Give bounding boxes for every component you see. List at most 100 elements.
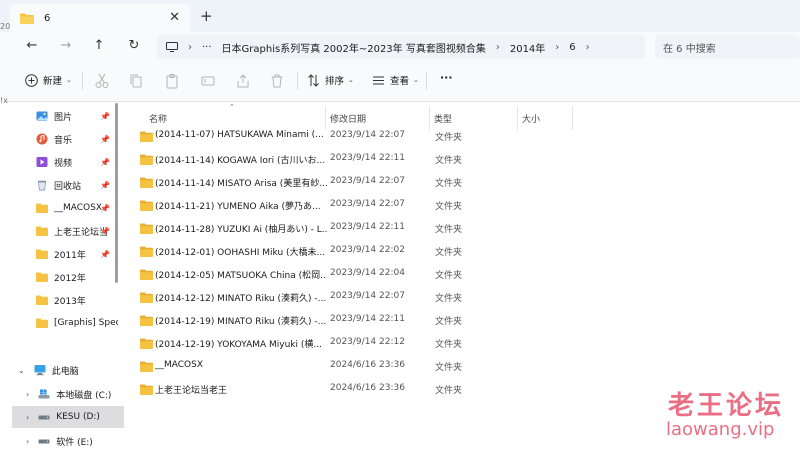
sidebar-item-label: __MACOSX — [54, 203, 103, 213]
table-row[interactable]: (2014-12-12) MINATO Riku (湊莉久) -... 2023/… — [125, 286, 800, 309]
file-type: 文件夹 — [435, 156, 463, 166]
pin-icon: 📌 — [100, 226, 110, 236]
sort-button[interactable]: 排序 ⌄ — [307, 73, 354, 87]
sidebar-item-2012[interactable]: 2012年 — [0, 266, 118, 288]
file-type: 文件夹 — [435, 363, 463, 373]
chevron-right-icon[interactable]: › — [26, 437, 29, 446]
drive-icon — [38, 415, 50, 420]
refresh-button[interactable]: ↻ — [126, 38, 142, 54]
table-row[interactable]: (2014-11-14) MISATO Arisa (美里有紗... 2023/9… — [125, 171, 800, 194]
table-row[interactable]: (2014-11-28) YUZUKI Ai (柚月あい) - L... 2023… — [125, 217, 800, 240]
table-row[interactable]: (2014-12-19) YOKOYAMA Miyuki (横... 2023/9… — [125, 332, 800, 355]
folder-icon — [36, 226, 48, 236]
file-type: 文件夹 — [435, 248, 463, 258]
file-date: 2023/9/14 22:11 — [330, 153, 405, 163]
sidebar-item-this-pc[interactable]: ⌄ 此电脑 — [0, 359, 118, 381]
back-button[interactable]: ← — [24, 38, 40, 54]
file-type: 文件夹 — [435, 294, 463, 304]
share-icon[interactable] — [235, 73, 251, 89]
background-window-fragment: 20 — [0, 22, 11, 31]
breadcrumb-current[interactable]: 6 — [569, 42, 575, 53]
folder-icon — [36, 203, 48, 213]
chevron-right-icon[interactable]: › — [586, 42, 590, 53]
table-row[interactable]: (2014-11-21) YUMENO Aika (夢乃あ... 2023/9/1… — [125, 194, 800, 217]
file-date: 2023/9/14 22:11 — [330, 314, 405, 324]
sidebar-item-label: 软件 (E:) — [56, 437, 93, 448]
folder-icon — [140, 223, 153, 234]
file-name: (2014-12-05) MATSUOKA China (松岡... — [155, 271, 327, 281]
folder-icon — [36, 318, 48, 328]
videos-icon — [36, 157, 48, 167]
windows-drive-icon — [38, 389, 50, 399]
sidebar-item-drive-d[interactable]: › KESU (D:) — [12, 406, 124, 428]
monitor-icon — [166, 42, 178, 52]
sidebar-item-label: 音乐 — [54, 135, 73, 146]
new-tab-button[interactable]: + — [200, 7, 213, 25]
file-name: (2014-12-19) YOKOYAMA Miyuki (横... — [155, 340, 322, 350]
folder-icon — [140, 154, 153, 165]
folder-icon — [140, 200, 153, 211]
copy-icon[interactable] — [128, 73, 144, 89]
file-name: (2014-11-14) KOGAWA Iori (古川いお... — [155, 156, 326, 166]
sidebar-item-2013[interactable]: 2013年 — [0, 289, 118, 311]
chevron-down-icon[interactable]: ⌄ — [18, 366, 25, 375]
chevron-right-icon[interactable]: › — [496, 42, 500, 53]
delete-icon[interactable] — [269, 73, 285, 89]
breadcrumb-more[interactable]: ··· — [202, 42, 212, 53]
file-type: 文件夹 — [435, 386, 463, 396]
chevron-right-icon[interactable]: › — [26, 390, 29, 399]
sidebar-scrollbar[interactable] — [115, 103, 118, 283]
rename-icon[interactable] — [200, 73, 216, 89]
table-row[interactable]: (2014-12-19) MINATO Riku (湊莉久) -... 2023/… — [125, 309, 800, 332]
breadcrumb-collection[interactable]: 日本Graphis系列写真 2002年~2023年 写真套图视频合集 — [222, 40, 486, 55]
pin-icon: 📌 — [100, 111, 110, 121]
sidebar-item-label: 2012年 — [54, 273, 86, 284]
pin-icon: 📌 — [100, 134, 110, 144]
file-type: 文件夹 — [435, 271, 463, 281]
file-name: (2014-12-19) MINATO Riku (湊莉久) -... — [155, 317, 327, 327]
folder-icon — [140, 246, 153, 257]
sidebar-item-2011[interactable]: 2011年 📌 — [0, 243, 118, 265]
up-button[interactable]: ↑ — [91, 38, 107, 54]
table-row[interactable]: (2014-12-01) OOHASHI Miku (大橋未... 2023/9/… — [125, 240, 800, 263]
address-bar[interactable]: › ··· 日本Graphis系列写真 2002年~2023年 写真套图视频合集… — [157, 35, 645, 59]
sidebar-item-drive-e[interactable]: › 软件 (E:) — [0, 430, 118, 449]
close-icon[interactable]: ✕ — [169, 10, 180, 25]
sidebar-item-pictures[interactable]: 图片 📌 — [0, 105, 118, 127]
table-row[interactable]: (2014-11-07) HATSUKAWA Minami (... 2023/9… — [125, 125, 800, 148]
view-button[interactable]: 查看 ⌄ — [372, 73, 419, 87]
file-name: (2014-11-07) HATSUKAWA Minami (... — [155, 130, 324, 140]
search-input[interactable]: 在 6 中搜索 — [655, 35, 800, 59]
paste-icon[interactable] — [164, 73, 180, 89]
chevron-right-icon[interactable]: › — [188, 42, 192, 53]
file-name: (2014-12-01) OOHASHI Miku (大橋未... — [155, 248, 326, 258]
sidebar-item-music[interactable]: 音乐 📌 — [0, 128, 118, 150]
tab-current[interactable]: 6 ✕ — [10, 4, 190, 32]
more-options-button[interactable]: ··· — [440, 71, 453, 84]
tab-title: 6 — [44, 12, 51, 24]
folder-icon — [140, 384, 153, 395]
file-name: (2014-11-21) YUMENO Aika (夢乃あ... — [155, 202, 321, 212]
sort-icon — [308, 73, 319, 87]
chevron-right-icon[interactable]: › — [555, 42, 559, 53]
sidebar-item-laowang[interactable]: 上老王论坛当 📌 — [0, 220, 118, 242]
sidebar-item-drive-c[interactable]: › 本地磁盘 (C:) — [0, 383, 118, 405]
table-row[interactable]: (2014-11-14) KOGAWA Iori (古川いお... 2023/9/… — [125, 148, 800, 171]
folder-icon — [140, 338, 153, 349]
table-row[interactable]: __MACOSX 2024/6/16 23:36 文件夹 — [125, 355, 800, 378]
breadcrumb-year[interactable]: 2014年 — [510, 40, 545, 55]
sidebar-item-graphis-spec[interactable]: [Graphis] Spec — [0, 312, 118, 334]
folder-icon — [36, 272, 48, 282]
new-button[interactable]: 新建 ⌄ — [25, 73, 72, 87]
pin-icon: 📌 — [100, 203, 110, 213]
cut-icon[interactable] — [94, 73, 110, 89]
sidebar-item-recycle-bin[interactable]: 回收站 📌 — [0, 174, 118, 196]
folder-icon — [20, 13, 34, 24]
sidebar-item-videos[interactable]: 视频 📌 — [0, 151, 118, 173]
sidebar-item-macosx[interactable]: __MACOSX 📌 — [0, 197, 118, 219]
file-date: 2023/9/14 22:07 — [330, 199, 405, 209]
table-row[interactable]: (2014-12-05) MATSUOKA China (松岡... 2023/9… — [125, 263, 800, 286]
forward-button[interactable]: → — [58, 38, 74, 54]
chevron-right-icon[interactable]: › — [26, 413, 29, 422]
folder-icon — [140, 269, 153, 280]
